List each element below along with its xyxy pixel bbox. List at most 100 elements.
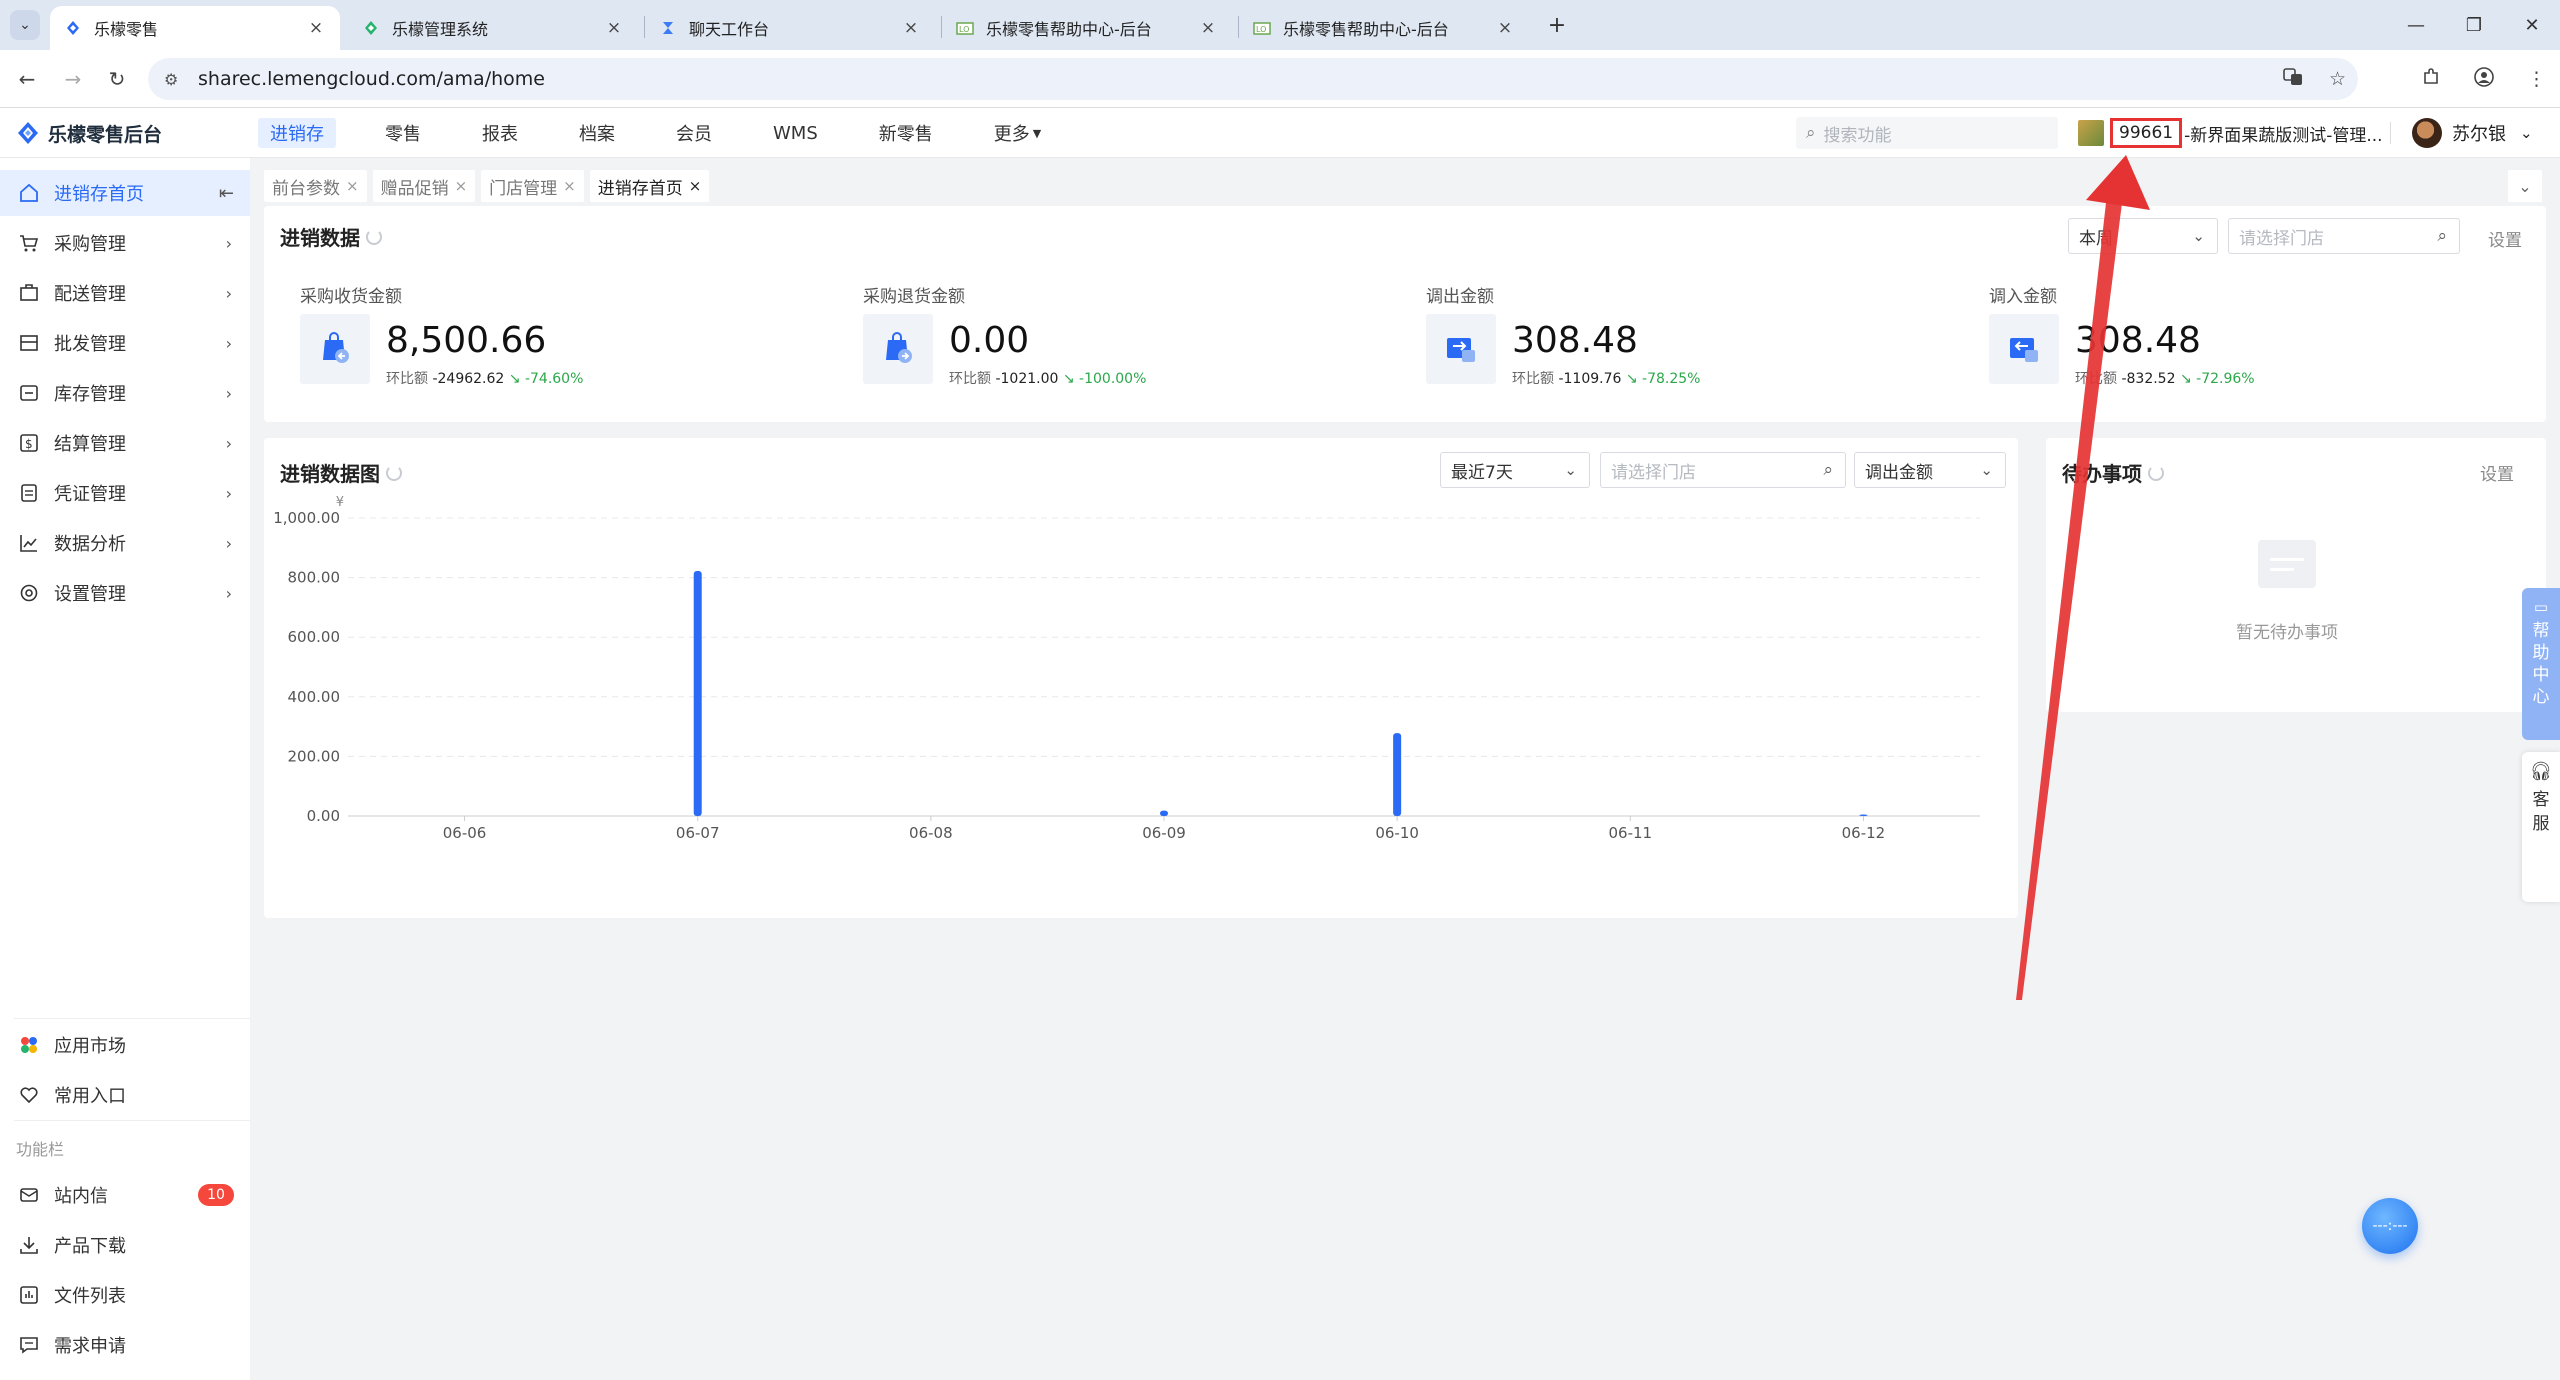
sidebar-favorites[interactable]: 常用入口 — [0, 1072, 250, 1118]
site-info-icon[interactable]: ⚙ — [164, 70, 188, 89]
page-tab-frontdesk-params[interactable]: 前台参数 × — [264, 170, 367, 202]
close-icon[interactable]: × — [455, 177, 468, 195]
compare-diff: -24962.62 — [432, 371, 505, 387]
topnav-new-retail[interactable]: 新零售 — [867, 118, 945, 148]
window-close-icon[interactable]: ✕ — [2502, 8, 2560, 42]
help-center-tab[interactable]: ▭ 帮 助 中 心 — [2522, 588, 2560, 740]
browser-tab-4[interactable]: LO 乐檬零售帮助中心-后台 × — [1239, 6, 1529, 50]
sidebar-item-wholesale[interactable]: 批发管理 › — [0, 320, 250, 366]
page-tab-label: 进销存首页 — [597, 178, 683, 199]
floating-ball-text: ---:--- — [2372, 1218, 2408, 1234]
topnav-reports[interactable]: 报表 — [470, 118, 530, 148]
refresh-icon[interactable] — [2148, 464, 2164, 481]
settlement-icon: $ — [18, 432, 40, 454]
stat-value: 308.48 — [1512, 320, 1638, 361]
svg-text:$: $ — [25, 437, 33, 451]
topnav-retail[interactable]: 零售 — [373, 118, 433, 148]
sidebar-item-inventory-home[interactable]: 进销存首页 ⇤ — [0, 170, 250, 216]
translate-icon[interactable] — [2283, 67, 2303, 92]
page-tab-inventory-home[interactable]: 进销存首页 × — [589, 170, 710, 202]
back-arrow-icon[interactable]: ← — [12, 64, 42, 94]
customer-service-tab[interactable]: 🎧︎ 客 服 — [2522, 752, 2560, 902]
sidebar-item-settlement[interactable]: $ 结算管理 › — [0, 420, 250, 466]
browser-tab-title: 乐檬零售 — [94, 20, 159, 39]
sidebar-item-settings[interactable]: 设置管理 › — [0, 570, 250, 616]
sidebar-requests[interactable]: 需求申请 — [0, 1322, 250, 1368]
refresh-icon[interactable] — [366, 228, 382, 245]
app-logo[interactable]: 乐檬零售后台 — [16, 108, 162, 158]
restore-icon[interactable]: ❐ — [2444, 8, 2504, 42]
period-select[interactable]: 本周 ⌄ — [2068, 218, 2218, 254]
sidebar-item-label: 需求申请 — [54, 1336, 126, 1357]
sidebar-item-stock[interactable]: 库存管理 › — [0, 370, 250, 416]
browser-tab-0[interactable]: 乐檬零售 × — [50, 6, 340, 50]
bookmark-star-icon[interactable]: ☆ — [2329, 68, 2346, 90]
function-search-input[interactable]: ⌕ 搜索功能 — [1796, 117, 2058, 149]
topnav-wms[interactable]: WMS — [761, 118, 830, 148]
sidebar-app-market[interactable]: 应用市场 — [0, 1022, 250, 1068]
profile-icon[interactable] — [2473, 66, 2495, 93]
trend-down-icon: ↘ — [1062, 371, 1075, 387]
topnav-inventory[interactable]: 进销存 — [258, 118, 336, 148]
floating-assistant-button[interactable]: ---:--- — [2362, 1198, 2418, 1254]
todo-settings-link[interactable]: 设置 — [2480, 460, 2514, 485]
chevron-right-icon: › — [225, 583, 232, 603]
extensions-puzzle-icon[interactable] — [2421, 67, 2441, 92]
sidebar-item-purchase[interactable]: 采购管理 › — [0, 220, 250, 266]
page-tab-gift-promo[interactable]: 赠品促销 × — [372, 170, 476, 202]
close-icon[interactable]: × — [689, 177, 702, 195]
stat-transfer-in: 调入金额 308.48 环比额 -832.52 ↘ -72.96% — [1989, 282, 2489, 412]
close-icon[interactable]: × — [346, 177, 359, 195]
browser-tab-3[interactable]: LO 乐檬零售帮助中心-后台 × — [942, 6, 1232, 50]
collapse-sidebar-icon[interactable]: ⇤ — [219, 183, 234, 204]
browser-tab-1[interactable]: 乐檬管理系统 × — [348, 6, 638, 50]
refresh-icon[interactable] — [386, 464, 402, 481]
sidebar-item-label: 进销存首页 — [54, 184, 144, 205]
sidebar-item-label: 产品下载 — [54, 1236, 126, 1257]
metric-select[interactable]: 调出金额 ⌄ — [1854, 452, 2006, 488]
close-icon[interactable]: × — [563, 177, 576, 195]
close-tab-icon[interactable]: × — [306, 18, 326, 38]
download-icon — [18, 1234, 40, 1256]
compare-percent: -100.00% — [1079, 371, 1147, 387]
y-axis-unit-label: ¥ — [336, 495, 344, 510]
forward-arrow-icon[interactable]: → — [58, 64, 88, 94]
url-text[interactable]: sharec.lemengcloud.com/ama/home — [198, 68, 545, 90]
sidebar-item-voucher[interactable]: 凭证管理 › — [0, 470, 250, 516]
sidebar-file-list[interactable]: 文件列表 — [0, 1272, 250, 1318]
summary-settings-link[interactable]: 设置 — [2488, 226, 2522, 251]
sidebar-downloads[interactable]: 产品下载 — [0, 1222, 250, 1268]
url-omnibox[interactable]: ⚙ sharec.lemengcloud.com/ama/home ☆ — [148, 58, 2358, 100]
page-tab-store-manage[interactable]: 门店管理 × — [481, 170, 584, 202]
browser-tab-2[interactable]: 聊天工作台 × — [645, 6, 935, 50]
file-list-icon — [18, 1284, 40, 1306]
close-tab-icon[interactable]: × — [901, 18, 921, 38]
close-tab-icon[interactable]: × — [1495, 18, 1515, 38]
stat-purchase-receipt: 采购收货金额 8,500.66 环比额 -24962.62 ↘ -74.60% — [300, 282, 800, 412]
user-menu[interactable]: 苏尔银 ⌄ — [2412, 116, 2533, 150]
store-switcher[interactable]: 99661 -新界面果蔬版测试-管理... — [2078, 117, 2383, 149]
sidebar-messages[interactable]: 站内信 10 — [0, 1172, 250, 1218]
svg-text:LO: LO — [1256, 25, 1266, 34]
help-center-favicon-icon: LO — [1253, 19, 1271, 37]
sidebar-item-delivery[interactable]: 配送管理 › — [0, 270, 250, 316]
tab-list-chevron-icon[interactable]: ⌄ — [10, 10, 40, 40]
chat-favicon-icon — [659, 19, 677, 37]
sidebar-item-label: 批发管理 — [54, 334, 126, 355]
tabs-dropdown-chevron-icon[interactable]: ⌄ — [2508, 170, 2542, 202]
topnav-more[interactable]: 更多 ▼ — [982, 118, 1053, 148]
summary-store-select[interactable]: 请选择门店 ⌕ — [2228, 218, 2460, 254]
stat-value: 308.48 — [2075, 320, 2201, 361]
range-select[interactable]: 最近7天 ⌄ — [1440, 452, 1590, 488]
close-tab-icon[interactable]: × — [604, 18, 624, 38]
close-tab-icon[interactable]: × — [1198, 18, 1218, 38]
minimize-icon[interactable]: — — [2386, 8, 2446, 42]
topnav-members[interactable]: 会员 — [664, 118, 724, 148]
compare-percent: -72.96% — [2196, 371, 2255, 387]
new-tab-plus-icon[interactable]: + — [1542, 10, 1572, 40]
reload-icon[interactable]: ↻ — [102, 64, 132, 94]
browser-menu-icon[interactable]: ⋮ — [2527, 68, 2546, 90]
chart-store-select[interactable]: 请选择门店 ⌕ — [1600, 452, 1846, 488]
topnav-archives[interactable]: 档案 — [567, 118, 627, 148]
sidebar-item-analytics[interactable]: 数据分析 › — [0, 520, 250, 566]
